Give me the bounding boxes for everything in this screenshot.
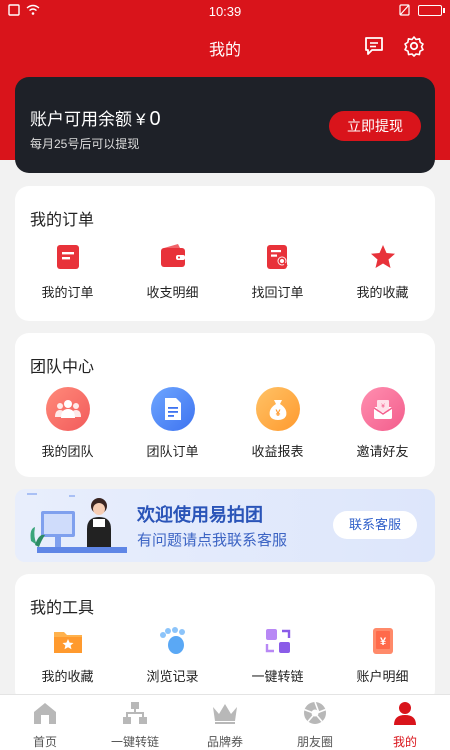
order-item-retrieve-order[interactable]: 找回订单 [225,242,330,301]
team-item-income-report[interactable]: ¥ 收益报表 [225,387,330,460]
withdraw-note: 每月25号后可以提现 [30,137,140,151]
tab-convert-link[interactable]: 一键转链 [90,695,180,750]
team-icon [45,387,90,431]
order-item-income-expense[interactable]: 收支明细 [120,242,225,301]
crown-icon [213,704,237,724]
team-item-my-team[interactable]: 我的团队 [15,387,120,460]
team-card: 团队中心 我的团队 团队订单 ¥ 收益报表 ¥ 邀请好友 [15,333,435,477]
user-icon [394,702,416,725]
tools-title: 我的工具 [30,600,95,617]
wallet-icon [160,244,185,267]
gear-icon[interactable] [400,32,428,60]
tool-item-account-details[interactable]: ¥ 账户明细 [330,626,435,685]
convert-link-icon [265,629,290,653]
money-bag-icon: ¥ [255,387,300,431]
account-detail-icon: ¥ [372,628,393,654]
banner-subtitle: 有问题请点我联系客服 [137,532,288,549]
tab-brand-coupons[interactable]: 品牌券 [180,695,270,750]
tool-item-browsing-history[interactable]: 浏览记录 [120,626,225,685]
message-icon[interactable] [360,32,388,60]
tab-mine[interactable]: 我的 [360,695,450,750]
svg-text:¥: ¥ [379,636,386,648]
team-item-team-orders[interactable]: 团队订单 [120,387,225,460]
withdraw-button[interactable]: 立即提现 [329,111,421,141]
balance-card: 账户可用余额 ¥ 0 每月25号后可以提现 立即提现 [15,77,435,173]
team-item-invite-friends[interactable]: ¥ 邀请好友 [330,387,435,460]
folder-star-icon [53,632,82,653]
star-icon [370,245,395,268]
network-icon [123,702,147,724]
balance-currency: ¥ [136,110,146,129]
tool-item-my-favorites[interactable]: 我的收藏 [15,626,120,685]
status-bar: 10:39 [0,0,450,24]
battery-icon [418,4,445,16]
balance-label: 账户可用余额 [30,110,132,129]
tab-home[interactable]: 首页 [0,695,90,750]
service-banner[interactable]: 欢迎使用易拍团 有问题请点我联系客服 联系客服 [15,489,435,562]
svg-text:¥: ¥ [381,403,385,410]
order-list-icon [56,245,79,269]
orders-title: 我的订单 [30,212,95,229]
tool-item-convert-link[interactable]: 一键转链 [225,626,330,685]
order-item-my-favorites[interactable]: 我的收藏 [330,242,435,301]
document-icon [150,387,195,431]
search-order-icon [266,245,288,269]
status-time: 10:39 [208,4,242,19]
bottom-tab-bar: 首页 一键转链 品牌券 朋友圈 我的 [0,694,450,750]
tab-moments[interactable]: 朋友圈 [270,695,360,750]
team-title: 团队中心 [30,359,95,376]
home-icon [34,703,56,724]
nav-bar: 我的 [0,26,450,66]
aperture-icon [304,701,326,724]
orders-card: 我的订单 我的订单 收支明细 找回订单 我的收藏 [15,186,435,321]
order-item-my-orders[interactable]: 我的订单 [15,242,120,301]
contact-service-button[interactable]: 联系客服 [333,511,417,539]
banner-title: 欢迎使用易拍团 [137,505,263,525]
svg-text:¥: ¥ [275,408,280,418]
customer-service-illustration [27,493,127,553]
no-sim-icon [399,4,410,16]
footprint-icon [159,627,185,654]
invite-icon: ¥ [360,387,405,431]
tools-card: 我的工具 我的收藏 浏览记录 一键转链 ¥ 账户明细 [15,574,435,704]
balance-amount: 0 [149,108,161,130]
